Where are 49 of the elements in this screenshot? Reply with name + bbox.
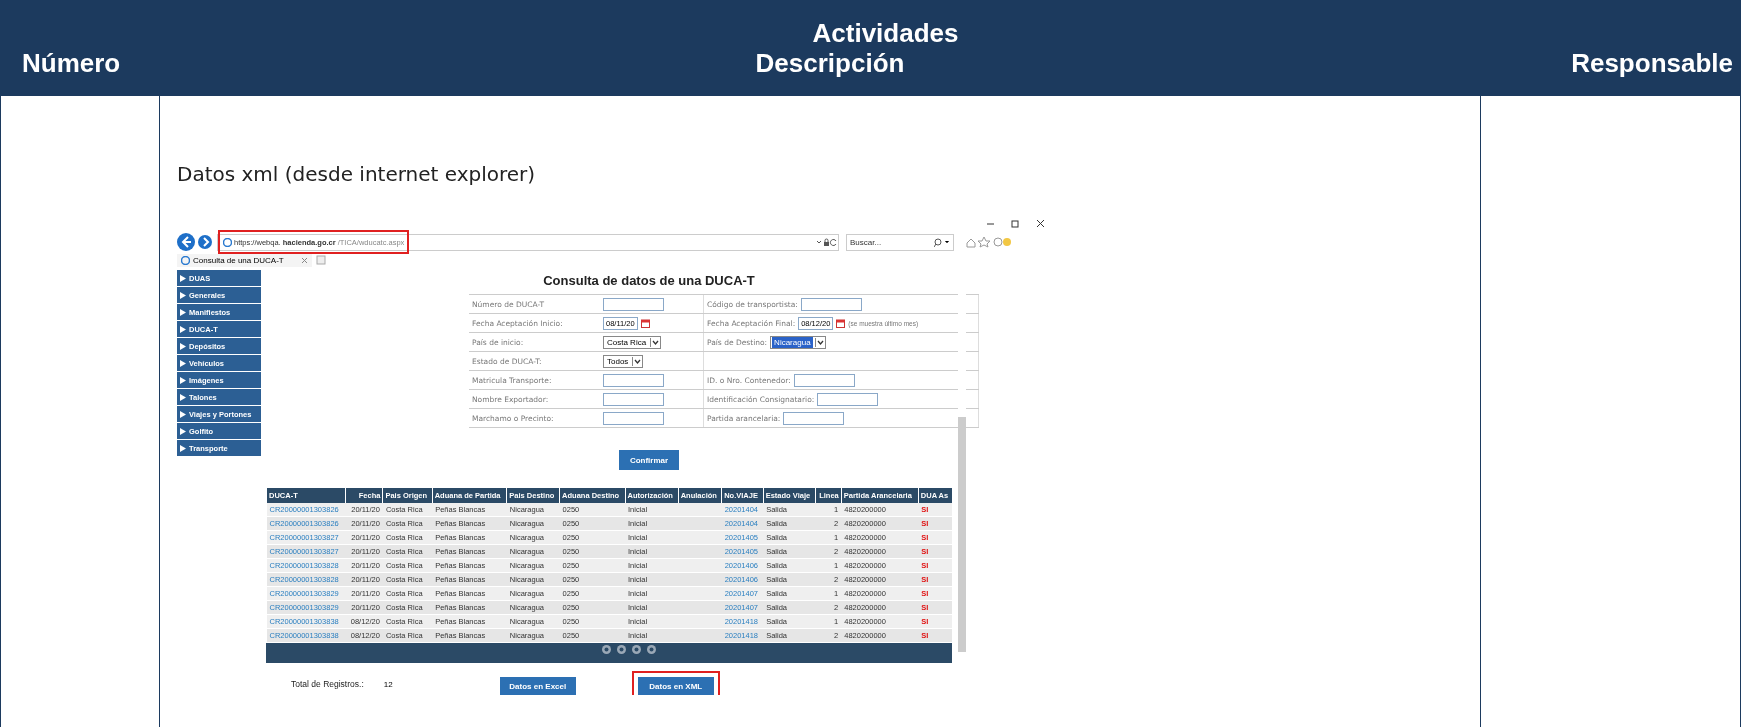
triangle-icon xyxy=(180,376,186,384)
input-field[interactable] xyxy=(817,392,879,406)
triangle-icon xyxy=(180,308,186,316)
column-header: Descripción xyxy=(754,48,906,78)
lock-refresh-icon[interactable] xyxy=(816,237,838,247)
search-field[interactable]: Buscar... xyxy=(846,233,954,251)
restore-icon[interactable] xyxy=(1011,219,1020,228)
browser-icon xyxy=(223,237,232,247)
column-group-title: Actividades xyxy=(811,18,960,48)
input-field[interactable] xyxy=(603,411,664,425)
column-header: Número xyxy=(21,48,122,78)
triangle-icon xyxy=(180,274,186,282)
dropdown[interactable]: Todos xyxy=(603,354,644,368)
forward-icon[interactable] xyxy=(198,235,212,249)
dropdown-arrow-icon[interactable] xyxy=(650,337,661,347)
dropdown-arrow-icon[interactable] xyxy=(632,356,643,366)
triangle-icon xyxy=(180,291,186,299)
confirm-button[interactable]: Confirmar xyxy=(619,450,679,470)
triangle-icon xyxy=(180,393,186,401)
input-field[interactable] xyxy=(800,297,862,311)
description-text: Datos xml (desde internet explorer) xyxy=(177,162,537,186)
triangle-icon xyxy=(180,410,186,418)
calendar-icon[interactable] xyxy=(836,318,846,328)
browser-icon xyxy=(181,255,190,265)
close-icon[interactable] xyxy=(1036,219,1045,228)
total-label: Total de Registros.: xyxy=(291,679,364,691)
calendar-icon[interactable] xyxy=(640,318,650,328)
input-field[interactable] xyxy=(793,373,855,387)
triangle-icon xyxy=(180,444,186,452)
export-button[interactable]: Datos en Excel xyxy=(499,677,576,695)
input-field[interactable] xyxy=(603,297,664,311)
search-placeholder: Buscar... xyxy=(850,237,882,247)
total-value: 12 xyxy=(383,680,394,691)
triangle-icon xyxy=(180,342,186,350)
search-icon[interactable] xyxy=(934,237,950,247)
toolbar-icons[interactable] xyxy=(965,236,1011,248)
input-field[interactable] xyxy=(783,411,845,425)
column-header: Responsable xyxy=(1570,48,1734,78)
dropdown[interactable]: Costa Rica xyxy=(603,335,662,349)
back-icon[interactable] xyxy=(177,233,195,251)
dropdown-arrow-icon[interactable] xyxy=(814,337,825,347)
triangle-icon xyxy=(180,359,186,367)
export-button[interactable]: Datos en XML xyxy=(631,671,720,695)
triangle-icon xyxy=(180,427,186,435)
page-title: Consulta de datos de una DUCA-T xyxy=(543,273,755,288)
dropdown[interactable]: Nicaragua xyxy=(770,335,826,349)
triangle-icon xyxy=(180,325,186,333)
input-field[interactable] xyxy=(603,392,664,406)
input-field[interactable] xyxy=(603,373,664,387)
